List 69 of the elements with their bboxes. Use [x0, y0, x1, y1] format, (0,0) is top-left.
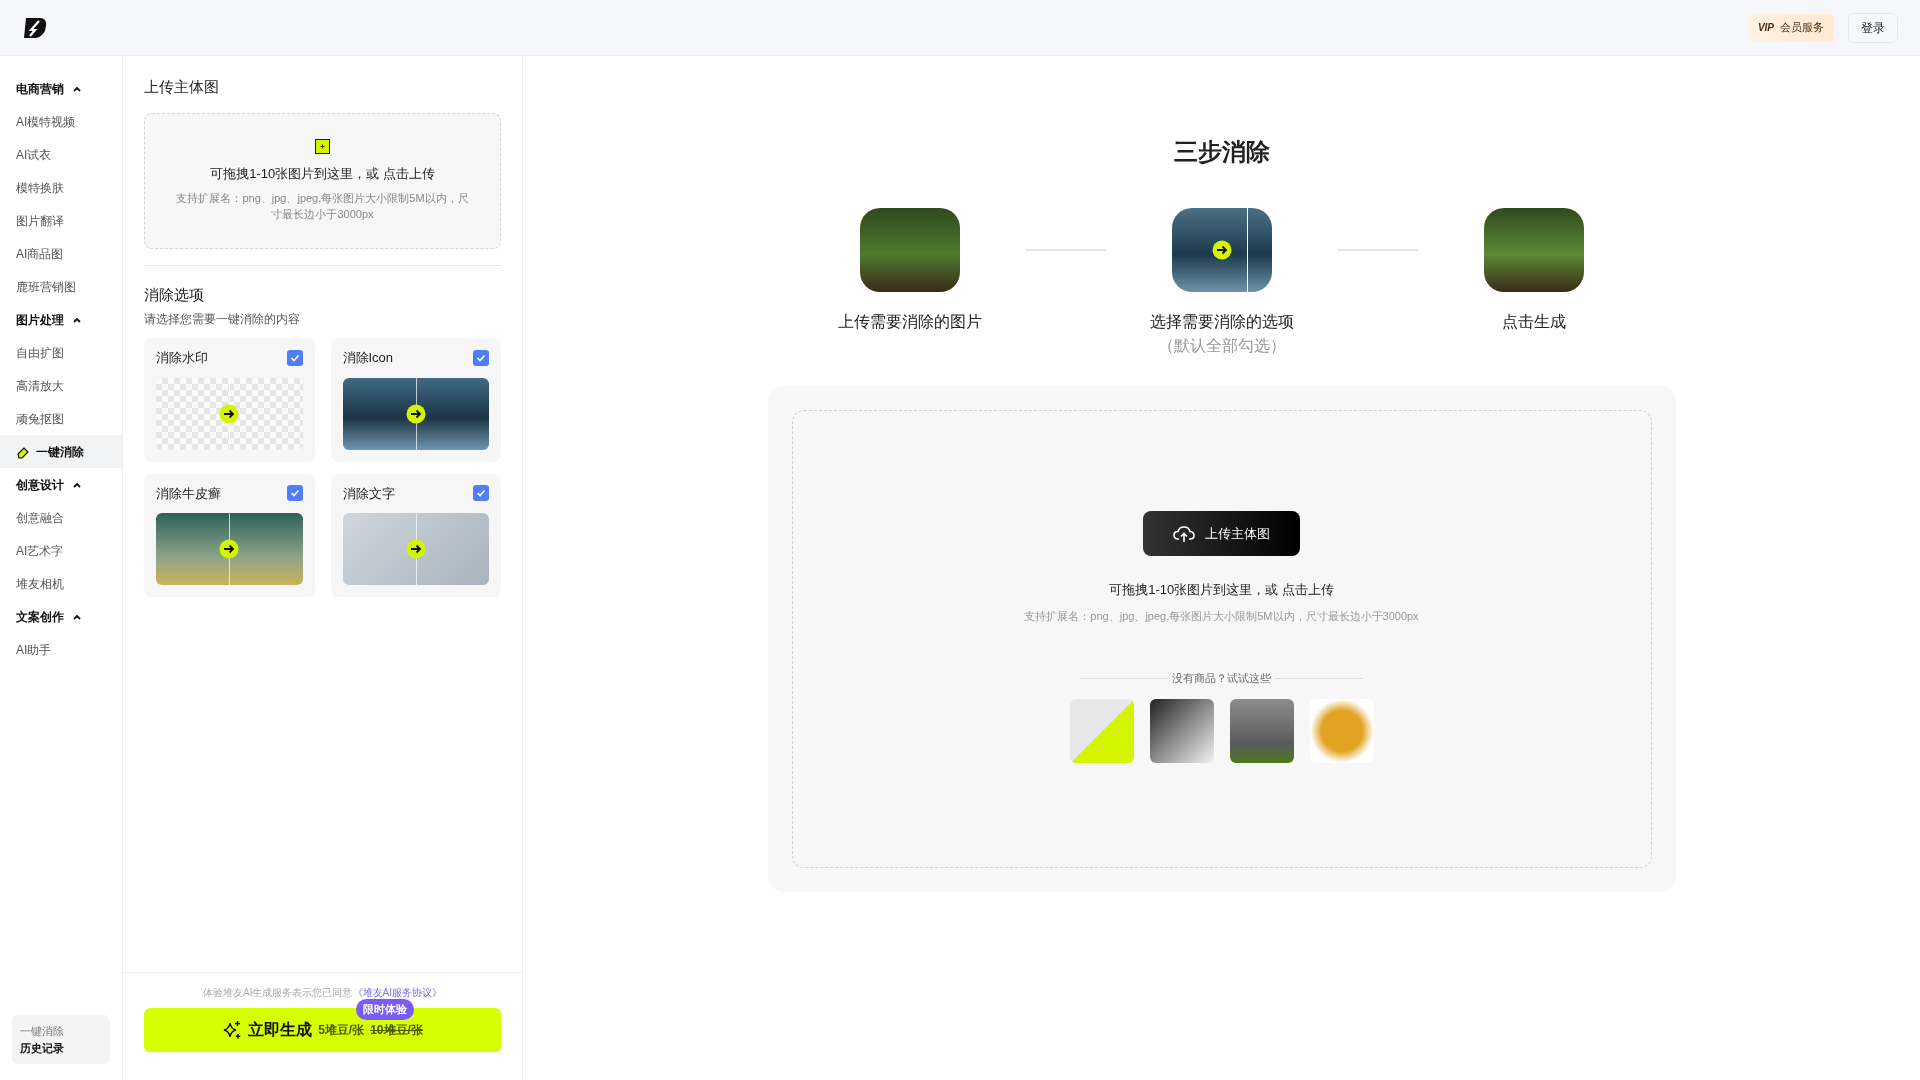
plus-icon	[315, 139, 330, 155]
agreement-link[interactable]: 《堆友AI服务协议》	[352, 987, 442, 998]
check-icon	[289, 352, 300, 363]
option-label: 消除Icon	[342, 349, 394, 367]
step-label: 上传需要消除的图片	[837, 312, 982, 332]
sidebar-item[interactable]: 自由扩图	[0, 336, 122, 369]
step-note: （默认全部勾选）	[1157, 336, 1286, 356]
sidebar-item[interactable]: AI模特视频	[0, 105, 122, 138]
sidebar-item[interactable]: 高清放大	[0, 369, 122, 402]
generate-label: 立即生成	[248, 1020, 313, 1040]
option-checkbox[interactable]	[473, 349, 489, 366]
agreement-text: 体验堆友AI生成服务表示您已同意《堆友AI服务协议》	[203, 986, 442, 1000]
option-card[interactable]: 消除牛皮癣	[144, 473, 315, 597]
sidebar-section-header[interactable]: 创意设计	[0, 468, 122, 501]
sidebar-item[interactable]: 堆友相机	[0, 567, 122, 600]
upload-dropzone[interactable]: 可拖拽1-10张图片到这里，或 点击上传 支持扩展名：png、jpg、jpeg,每张图片大小限制5M以内，尺寸最长边小于3000px	[144, 112, 501, 249]
sidebar-item[interactable]: AI助手	[0, 633, 122, 666]
steps-title: 三步消除	[1173, 137, 1270, 167]
option-label: 消除水印	[156, 349, 208, 367]
sidebar-section-header[interactable]: 图片处理	[0, 303, 122, 336]
vip-label: 会员服务	[1780, 20, 1824, 36]
main-dropzone[interactable]: 上传主体图 可拖拽1-10张图片到这里，或 点击上传 支持扩展名：png、jpg、jpeg,每张图片大小限制5M以内，尺寸最长边小于3000px 没有商品？试试这些	[791, 410, 1652, 868]
upload-button[interactable]: 上传主体图	[1143, 511, 1300, 556]
history-label: 一键消除	[20, 1024, 64, 1039]
sidebar-item[interactable]: 顽兔抠图	[0, 402, 122, 435]
upload-hint: 可拖拽1-10张图片到这里，或 点击上传	[210, 165, 435, 184]
vip-button[interactable]: VIP 会员服务	[1747, 13, 1834, 42]
option-card[interactable]: 消除Icon	[330, 338, 501, 462]
sidebar-item[interactable]: 一键消除	[0, 435, 122, 468]
generate-old-price: 10堆豆/张	[370, 1022, 423, 1039]
option-label: 消除文字	[342, 484, 395, 503]
sample-photo[interactable]	[1229, 698, 1294, 763]
sidebar-section-header[interactable]: 电商营销	[0, 72, 122, 105]
check-icon	[476, 488, 486, 499]
sidebar-item[interactable]: 创意融合	[0, 501, 122, 534]
sidebar-item[interactable]: 模特换肤	[0, 171, 122, 204]
login-button[interactable]: 登录	[1848, 12, 1898, 43]
options-subtitle: 请选择您需要一键消除的内容	[144, 311, 301, 328]
sidebar-item[interactable]: 图片翻译	[0, 204, 122, 237]
option-label: 消除牛皮癣	[156, 484, 221, 503]
history-button[interactable]: 一键消除 历史记录	[12, 1015, 110, 1064]
check-icon	[476, 352, 486, 363]
sidebar-section-header[interactable]: 文案创作	[0, 600, 122, 633]
upload-formats: 支持扩展名：png、jpg、jpeg,每张图片大小限制5M以内，尺寸最长边小于3000px	[175, 190, 470, 222]
option-checkbox[interactable]	[286, 485, 303, 502]
option-checkbox[interactable]	[286, 349, 303, 366]
history-title: 历史记录	[20, 1040, 64, 1056]
promo-badge: 限时体验	[356, 999, 414, 1020]
upload-title: 上传主体图	[144, 77, 220, 97]
upload-hint: 可拖拽1-10张图片到这里，或 点击上传	[1109, 581, 1334, 599]
option-card[interactable]: 消除水印	[144, 338, 315, 462]
option-checkbox[interactable]	[473, 485, 489, 502]
cloud-upload-icon	[1173, 524, 1195, 543]
samples-title: 没有商品？试试这些	[1172, 671, 1271, 686]
option-card[interactable]: 消除文字	[330, 473, 501, 597]
sidebar-item[interactable]: 鹿班营销图	[0, 270, 122, 303]
sparkle-icon	[222, 1020, 243, 1040]
sidebar-item[interactable]: AI试衣	[0, 138, 122, 171]
generate-price: 5堆豆/张	[318, 1022, 365, 1039]
check-icon	[289, 488, 300, 499]
options-title: 消除选项	[144, 284, 205, 305]
step-label: 点击生成	[1501, 312, 1566, 332]
upload-formats: 支持扩展名：png、jpg、jpeg,每张图片大小限制5M以内，尺寸最长边小于3000px	[1024, 608, 1419, 624]
sidebar-item[interactable]: AI商品图	[0, 237, 122, 270]
step-label: 选择需要消除的选项	[1149, 312, 1294, 332]
sidebar-item[interactable]: AI艺术字	[0, 534, 122, 567]
logo-icon[interactable]	[22, 15, 48, 40]
vip-text: VIP	[1757, 21, 1774, 35]
sample-photo[interactable]	[1149, 698, 1214, 763]
